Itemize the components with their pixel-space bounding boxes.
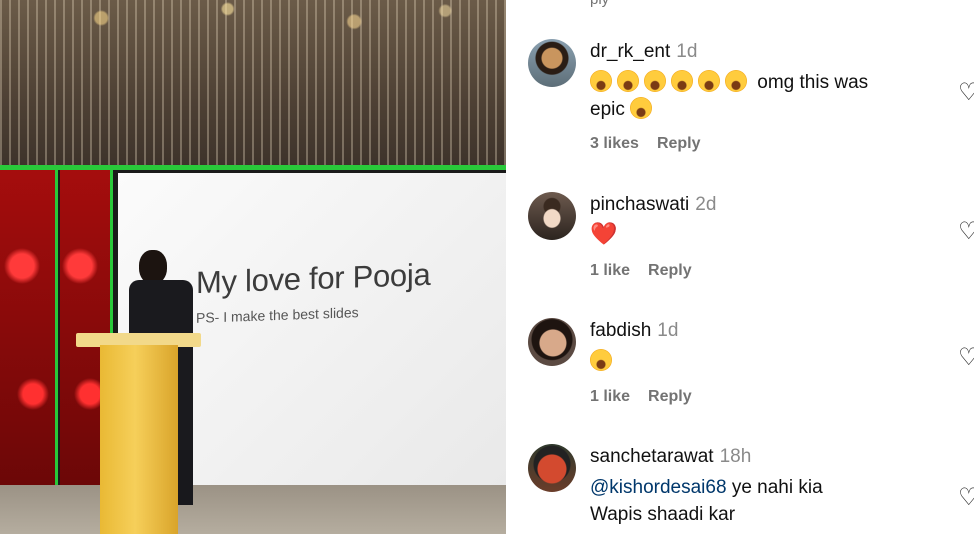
laughing-emoji-icon <box>644 70 666 92</box>
reply-button[interactable]: Reply <box>648 262 692 279</box>
heart-outline-icon[interactable]: ♡ <box>958 81 974 105</box>
comment-username[interactable]: pinchaswati 2d <box>590 194 716 216</box>
comment-text <box>590 348 920 375</box>
likes-count[interactable]: 1 like <box>590 262 630 279</box>
podium <box>100 345 178 534</box>
avatar[interactable] <box>528 318 576 366</box>
comment-username[interactable]: sanchetarawat 18h <box>590 446 751 468</box>
comment-text: omg this was epic <box>590 69 920 123</box>
laughing-emoji-icon <box>590 349 612 371</box>
mention-link[interactable]: @kishordesai68 <box>590 477 727 498</box>
stage-floor <box>0 485 506 534</box>
stage-screen: My love for Pooja PS- I make the best sl… <box>0 165 506 495</box>
comment-text-part: ye nahi kia <box>731 477 823 498</box>
comment-meta: 1 like Reply <box>590 388 710 406</box>
partial-reply-link[interactable]: ply <box>590 0 609 8</box>
comment-time: 1d <box>676 41 698 62</box>
avatar[interactable] <box>528 192 576 240</box>
laughing-emoji-icon <box>630 97 653 119</box>
red-heart-emoji-icon: ❤️ <box>590 221 618 246</box>
laughing-emoji-icon <box>725 70 747 92</box>
avatar[interactable] <box>528 444 576 492</box>
laughing-emoji-icon <box>671 70 693 92</box>
slide-subtitle: PS- I make the best slides <box>196 304 359 326</box>
comment-time: 1d <box>657 320 679 341</box>
username-text[interactable]: sanchetarawat <box>590 446 714 467</box>
video-player[interactable]: My love for Pooja PS- I make the best sl… <box>0 0 506 534</box>
likes-count[interactable]: 3 likes <box>590 135 639 152</box>
comment-username[interactable]: dr_rk_ent 1d <box>590 41 697 63</box>
avatar[interactable] <box>528 39 576 87</box>
speaker-head <box>139 250 167 284</box>
heart-outline-icon[interactable]: ♡ <box>958 220 974 244</box>
chandelier-image <box>0 0 506 180</box>
comment-text: ❤️ <box>590 222 920 249</box>
comment-text-part: Wapis shaadi kar <box>590 504 736 525</box>
comment-username[interactable]: fabdish 1d <box>590 320 678 342</box>
likes-count[interactable]: 1 like <box>590 388 630 405</box>
laughing-emoji-icon <box>698 70 720 92</box>
slide-title: My love for Pooja <box>196 256 431 301</box>
username-text[interactable]: pinchaswati <box>590 194 689 215</box>
comment-meta: 3 likes Reply <box>590 135 719 153</box>
heart-outline-icon[interactable]: ♡ <box>958 486 974 510</box>
laughing-emoji-icon <box>617 70 639 92</box>
comment-time: 18h <box>719 446 752 467</box>
comment-time: 2d <box>695 194 717 215</box>
comments-panel[interactable]: ply dr_rk_ent 1d omg this was epic 3 like… <box>506 0 974 534</box>
red-side-panel <box>0 170 58 490</box>
username-text[interactable]: fabdish <box>590 320 651 341</box>
comment-text-part: epic <box>590 99 625 120</box>
heart-outline-icon[interactable]: ♡ <box>958 346 974 370</box>
comment-text: @kishordesai68 ye nahi kia Wapis shaadi … <box>590 474 920 528</box>
laughing-emoji-icon <box>590 70 612 92</box>
comment-text-part: omg this was <box>757 72 869 93</box>
comment-meta: 1 like Reply <box>590 262 710 280</box>
reply-button[interactable]: Reply <box>648 388 692 405</box>
reply-button[interactable]: Reply <box>657 135 701 152</box>
username-text[interactable]: dr_rk_ent <box>590 41 670 62</box>
